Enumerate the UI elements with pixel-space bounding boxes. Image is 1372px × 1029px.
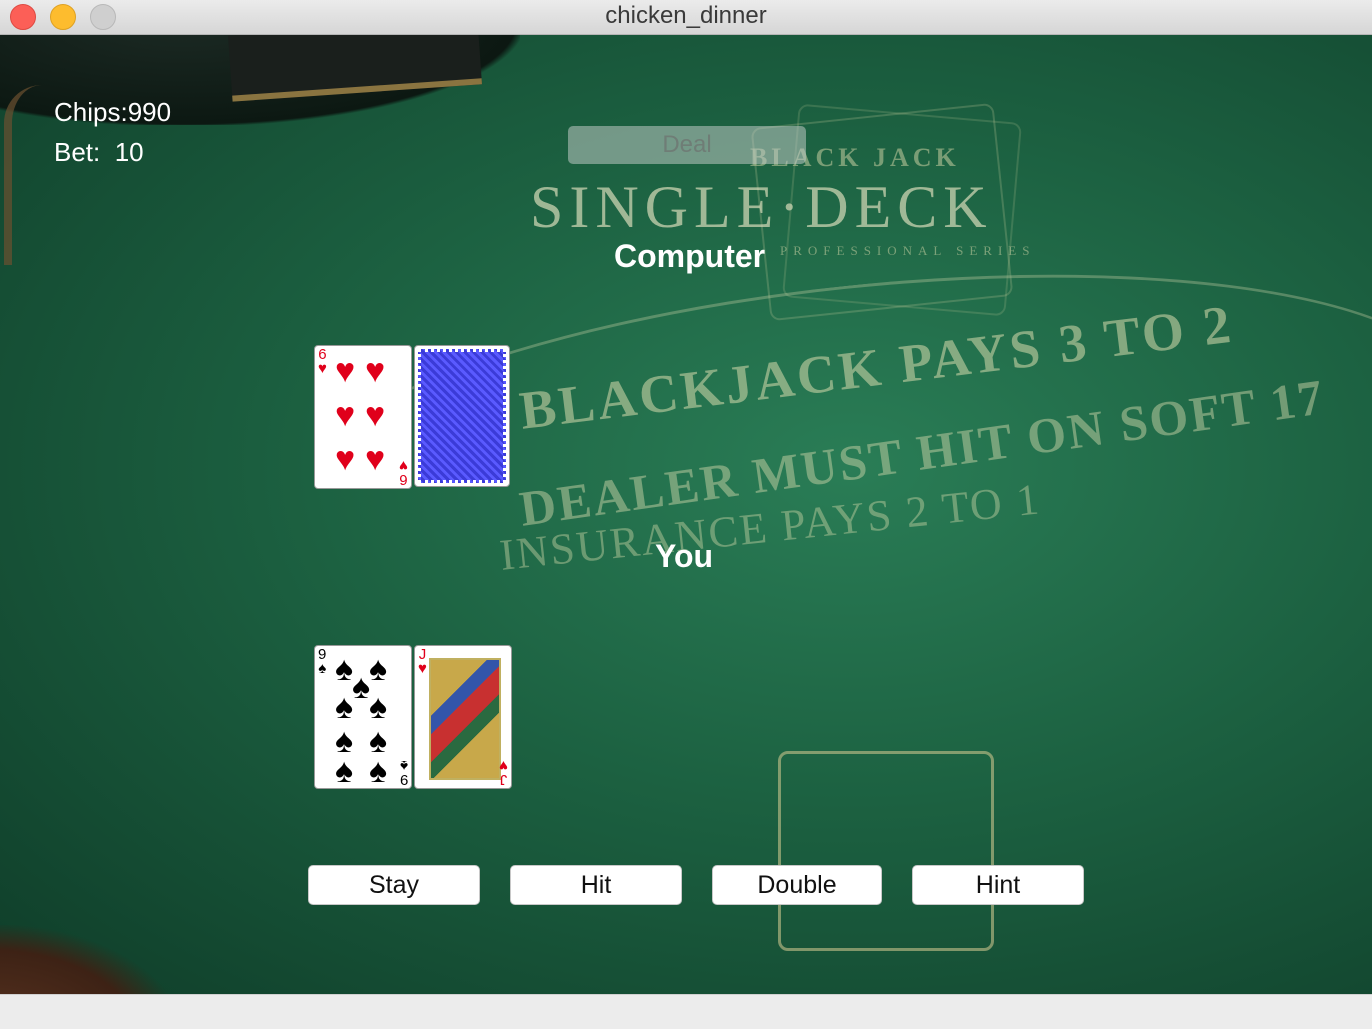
computer-card-1: 6 ♥ ♥ ♥ ♥ ♥ ♥ ♥ 6 ♥	[314, 345, 412, 489]
stay-button[interactable]: Stay	[308, 865, 480, 905]
double-button[interactable]: Double	[712, 865, 882, 905]
bet-label: Bet:	[54, 137, 101, 167]
heart-pip-icon: ♥	[365, 396, 386, 434]
card-pips: ♥ ♥ ♥ ♥ ♥ ♥	[331, 354, 399, 480]
window-bottom-bar	[0, 994, 1372, 1029]
card-index-bottom: J ♥	[499, 757, 508, 788]
card-index-bottom: 9 ♠	[399, 757, 408, 788]
player-card-1: 9 ♠ ♠ ♠ ♠ ♠ ♠ ♠ ♠ ♠ ♠ 9 ♠	[314, 645, 412, 789]
spade-pip-icon: ♠	[369, 650, 388, 688]
bet-value: 10	[114, 137, 144, 167]
chips-value: 990	[127, 97, 172, 127]
table-rail-corner	[0, 925, 180, 994]
card-back-pattern	[418, 349, 506, 483]
window-titlebar: chicken_dinner	[0, 0, 1372, 35]
spade-pip-icon: ♠	[335, 752, 354, 789]
heart-pip-icon: ♥	[335, 352, 356, 390]
spade-pip-icon: ♠	[369, 752, 388, 789]
spade-pip-icon: ♠	[352, 668, 371, 706]
felt-series-text: PROFESSIONAL SERIES	[780, 243, 1036, 258]
betting-box	[778, 751, 994, 951]
deal-button[interactable]: Deal	[568, 126, 806, 164]
jack-face-art	[429, 658, 501, 780]
card-index-top: 6 ♥	[318, 346, 327, 377]
chips-display: Chips:990	[54, 97, 171, 128]
spade-pip-icon: ♠	[335, 650, 354, 688]
card-index-bottom: 6 ♥	[399, 457, 408, 488]
computer-hand-label: Computer	[614, 238, 766, 274]
hint-button[interactable]: Hint	[912, 865, 1084, 905]
blackjack-table: BLACK JACK SINGLE·DECK PROFESSIONAL SERI…	[0, 35, 1372, 994]
heart-pip-icon: ♥	[335, 396, 356, 434]
felt-single-deck-logo: SINGLE·DECK	[530, 174, 993, 240]
heart-pip-icon: ♥	[335, 440, 356, 478]
heart-pip-icon: ♥	[365, 440, 386, 478]
card-index-top: J ♥	[418, 646, 427, 677]
spade-pip-icon: ♠	[369, 688, 388, 726]
player-card-2: J ♥ J ♥	[414, 645, 512, 789]
hit-button[interactable]: Hit	[510, 865, 682, 905]
bet-display: Bet: 10	[54, 137, 144, 168]
table-rail-edge	[4, 85, 42, 265]
heart-pip-icon: ♥	[365, 352, 386, 390]
chips-label: Chips:	[54, 97, 128, 127]
card-pips: ♠ ♠ ♠ ♠ ♠ ♠ ♠ ♠ ♠	[331, 650, 399, 788]
computer-card-2-facedown	[414, 345, 510, 487]
player-hand-label: You	[655, 538, 714, 574]
spade-pip-icon: ♠	[335, 688, 354, 726]
window-title: chicken_dinner	[605, 2, 767, 29]
card-index-top: 9 ♠	[318, 646, 327, 677]
